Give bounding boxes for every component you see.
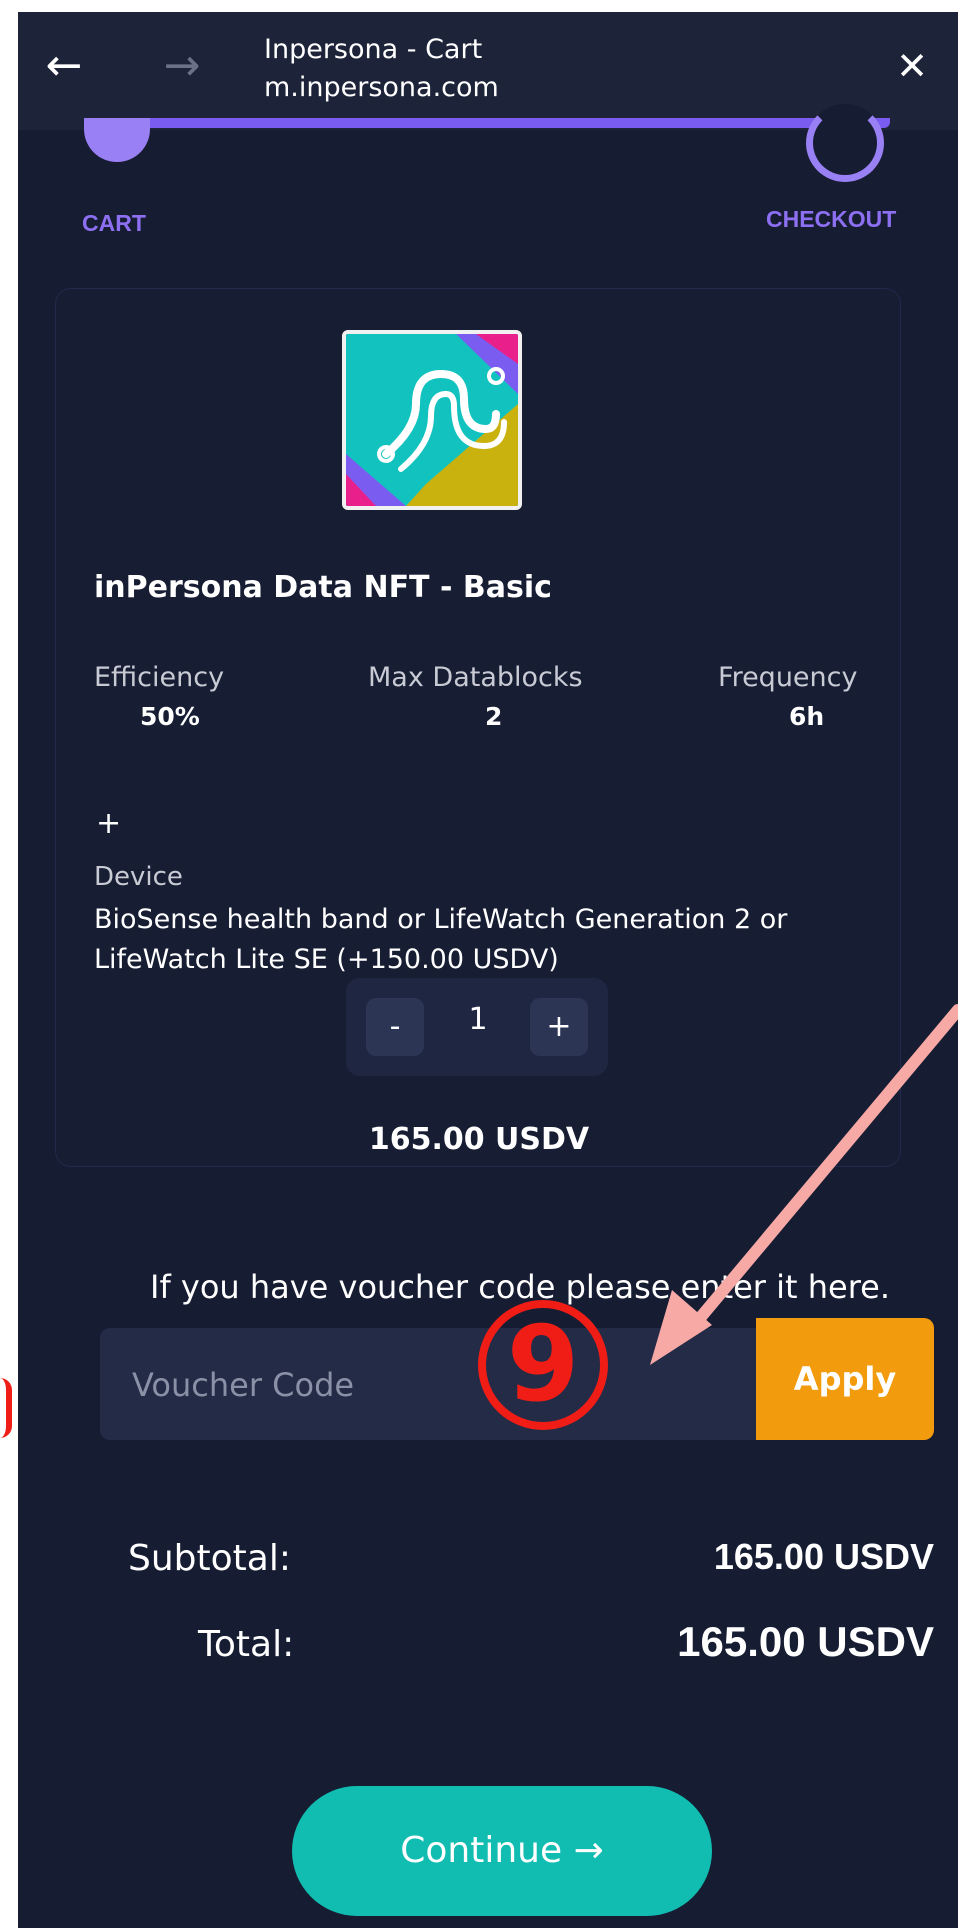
- annotation-arrow: [650, 1004, 958, 1365]
- annotation-edge-mark: [0, 1378, 12, 1438]
- annotation-step-number: 9: [506, 1303, 580, 1425]
